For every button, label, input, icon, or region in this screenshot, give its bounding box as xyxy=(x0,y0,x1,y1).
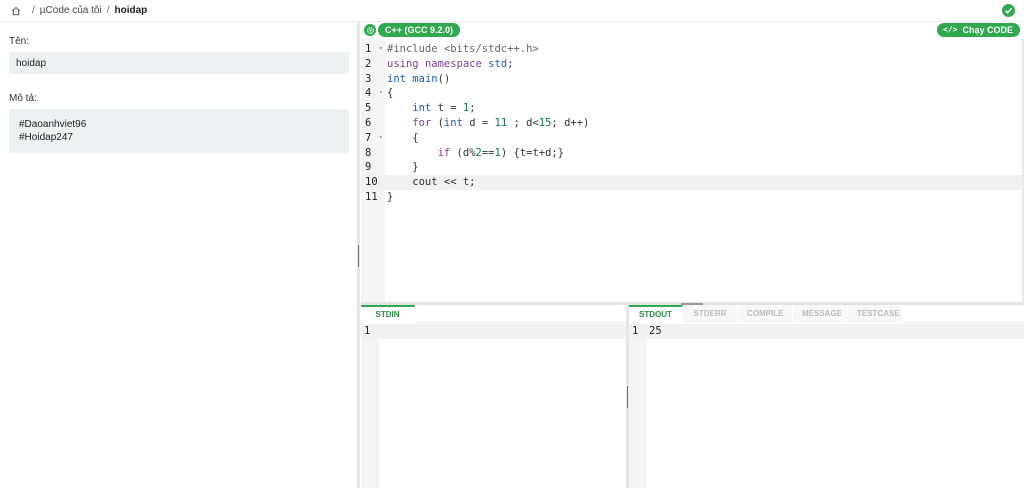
code-line[interactable]: 4 ▾{ xyxy=(361,86,1024,101)
line-number: 5 xyxy=(365,102,372,115)
tab-compile[interactable]: COMPILE xyxy=(738,305,793,323)
description-line: #Daoanhviet96 xyxy=(19,119,87,130)
code-text: cout << t; xyxy=(387,176,476,189)
stdin-tabs: STDIN xyxy=(361,305,626,323)
gear-icon[interactable] xyxy=(364,24,376,36)
name-field-value: hoidap xyxy=(16,58,47,69)
code-icon: </> xyxy=(943,25,958,34)
code-line[interactable]: 2 using namespace std; xyxy=(361,57,1024,72)
code-text: int main() xyxy=(387,72,451,85)
resize-grip xyxy=(627,386,628,408)
code-line[interactable]: 11} xyxy=(361,190,1024,205)
line-number: 3 xyxy=(365,72,372,85)
editor-toolbar: C++ (GCC 9.2.0) </> Chạy CODE xyxy=(361,22,1024,39)
tab-stdin[interactable]: STDIN xyxy=(361,305,415,323)
stdout-line: 1 25 xyxy=(629,324,1024,339)
line-number: 10 xyxy=(365,176,378,189)
stdout-value: 25 xyxy=(649,325,662,337)
line-number: 8 xyxy=(365,146,372,159)
breadcrumb-current: hoidap xyxy=(114,5,148,16)
breadcrumb-separator: / xyxy=(106,5,110,16)
code-text: if (d%2==1) {t=t+d;} xyxy=(437,146,565,159)
line-number: 2 xyxy=(365,57,372,70)
description-line: #Hoidap247 xyxy=(19,132,73,143)
tab-message[interactable]: MESSAGE xyxy=(793,305,848,323)
code-text: #include <bits/stdc++.h> xyxy=(387,43,539,55)
output-panel: STDOUT STDERR COMPILE MESSAGE TESTCASE 1… xyxy=(629,303,1024,488)
code-text: { xyxy=(387,87,394,100)
code-text: } xyxy=(387,190,394,203)
run-code-label: Chạy CODE xyxy=(962,25,1013,35)
code-line[interactable]: 5 int t = 1; xyxy=(361,101,1024,116)
description-label: Mô tả: xyxy=(9,93,37,104)
line-number: 1 xyxy=(364,325,371,337)
code-line[interactable]: 9 } xyxy=(361,160,1024,175)
code-line[interactable]: 6 for (int d = 11 ; d<15; d++) xyxy=(361,116,1024,131)
tab-indicator xyxy=(681,303,703,305)
name-label: Tên: xyxy=(9,36,30,47)
code-text: { xyxy=(387,131,419,144)
run-code-button[interactable]: </> Chạy CODE xyxy=(937,23,1020,37)
resize-grip xyxy=(358,245,359,267)
code-text: } xyxy=(387,161,419,174)
fold-arrow-icon[interactable]: ▾ xyxy=(379,131,383,146)
home-icon[interactable] xyxy=(10,5,21,16)
tab-stdout[interactable]: STDOUT xyxy=(629,305,683,323)
stdin-panel: STDIN 1 xyxy=(361,305,626,488)
code-line[interactable]: 7 ▾ { xyxy=(361,131,1024,146)
tab-testcase[interactable]: TESTCASE xyxy=(848,305,903,323)
code-editor[interactable]: 1 ▾ #include <bits/stdc++.h> 2 using namespa… xyxy=(361,39,1024,302)
code-text: for (int d = 11 ; d<15; d++) xyxy=(412,116,590,129)
check-circle-icon[interactable] xyxy=(1002,4,1015,17)
line-number: 6 xyxy=(365,116,372,129)
fold-arrow-icon[interactable]: ▾ xyxy=(379,86,383,101)
stdin-line[interactable]: 1 xyxy=(361,324,626,339)
fold-arrow-icon[interactable]: ▾ xyxy=(379,42,383,57)
tab-stderr[interactable]: STDERR xyxy=(683,305,738,323)
output-tabs: STDOUT STDERR COMPILE MESSAGE TESTCASE xyxy=(629,303,1024,323)
code-line[interactable]: 8 if (d%2==1) {t=t+d;} xyxy=(361,146,1024,161)
code-lines[interactable]: 1 ▾ #include <bits/stdc++.h> 2 using namespa… xyxy=(361,42,1024,205)
name-field[interactable]: hoidap xyxy=(9,52,349,74)
code-line[interactable]: 10 cout << t; xyxy=(361,175,1024,190)
line-number: 1 xyxy=(632,325,639,337)
breadcrumb: / µCode của tôi / hoidap xyxy=(0,0,1024,22)
description-field[interactable]: #Daoanhviet96 #Hoidap247 xyxy=(9,109,349,153)
stdout-viewer[interactable]: 1 25 xyxy=(629,324,1024,488)
panel-resize-handle[interactable] xyxy=(357,22,360,488)
language-selector[interactable]: C++ (GCC 9.2.0) xyxy=(378,23,461,37)
line-number: 11 xyxy=(365,190,378,203)
line-number: 9 xyxy=(365,161,372,174)
code-text: int t = 1; xyxy=(412,102,476,115)
line-number-gutter xyxy=(361,324,379,488)
line-number-gutter xyxy=(629,324,647,488)
breadcrumb-my-ucode[interactable]: µCode của tôi xyxy=(40,5,102,16)
code-text: using namespace std; xyxy=(387,57,514,70)
code-line[interactable]: 1 ▾ #include <bits/stdc++.h> xyxy=(361,42,1024,57)
info-panel: Tên: hoidap Mô tả: #Daoanhviet96 #Hoidap… xyxy=(0,22,358,488)
stdin-editor[interactable]: 1 xyxy=(361,324,626,488)
breadcrumb-separator: / xyxy=(32,5,35,16)
code-line[interactable]: 3 int main() xyxy=(361,72,1024,87)
